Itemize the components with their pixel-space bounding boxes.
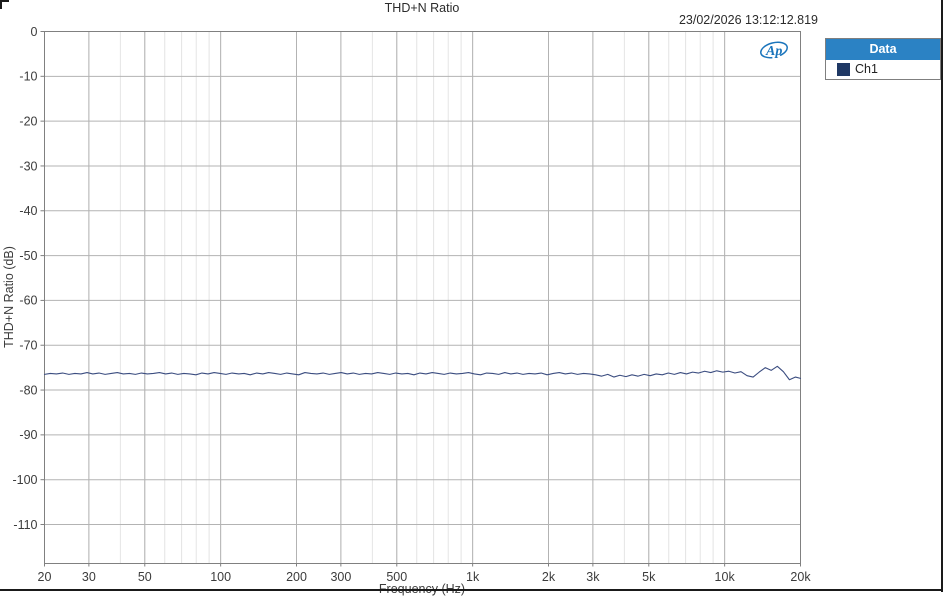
y-tick-label: -40 [19, 204, 37, 218]
y-tick-label: -50 [19, 249, 37, 263]
y-tick-label: -110 [13, 518, 37, 532]
legend-header: Data [826, 39, 940, 60]
y-tick-label: -20 [19, 114, 37, 128]
y-tick-label: 0 [31, 25, 38, 39]
ap-logo-text: Ap [765, 44, 782, 59]
plot-svg: 0-10-20-30-40-50-60-70-80-90-100-1102030… [0, 0, 946, 600]
y-axis-title: THD+N Ratio (dB) [2, 246, 16, 348]
ch1-trace [45, 366, 801, 379]
window-frame-right [941, 0, 943, 592]
y-tick-label: -70 [19, 339, 37, 353]
legend-panel: Data Ch1 [825, 38, 941, 80]
graph-panel: THD+N Ratio 23/02/2026 13:12:12.819 0-10… [0, 0, 946, 600]
window-frame-corner [0, 0, 2, 9]
ap-logo-icon: Ap [756, 39, 792, 61]
y-tick-label: -30 [19, 159, 37, 173]
plot-border [45, 32, 801, 564]
y-tick-label: -100 [12, 473, 37, 487]
y-tick-label: -90 [19, 428, 37, 442]
y-tick-label: -60 [19, 294, 37, 308]
y-tick-label: -80 [19, 383, 37, 397]
y-tick-label: -10 [19, 70, 37, 84]
legend-item-label: Ch1 [855, 62, 878, 76]
ch1-color-swatch-icon [837, 63, 850, 76]
window-frame-bottom [0, 589, 943, 591]
legend-item-ch1[interactable]: Ch1 [826, 60, 940, 79]
